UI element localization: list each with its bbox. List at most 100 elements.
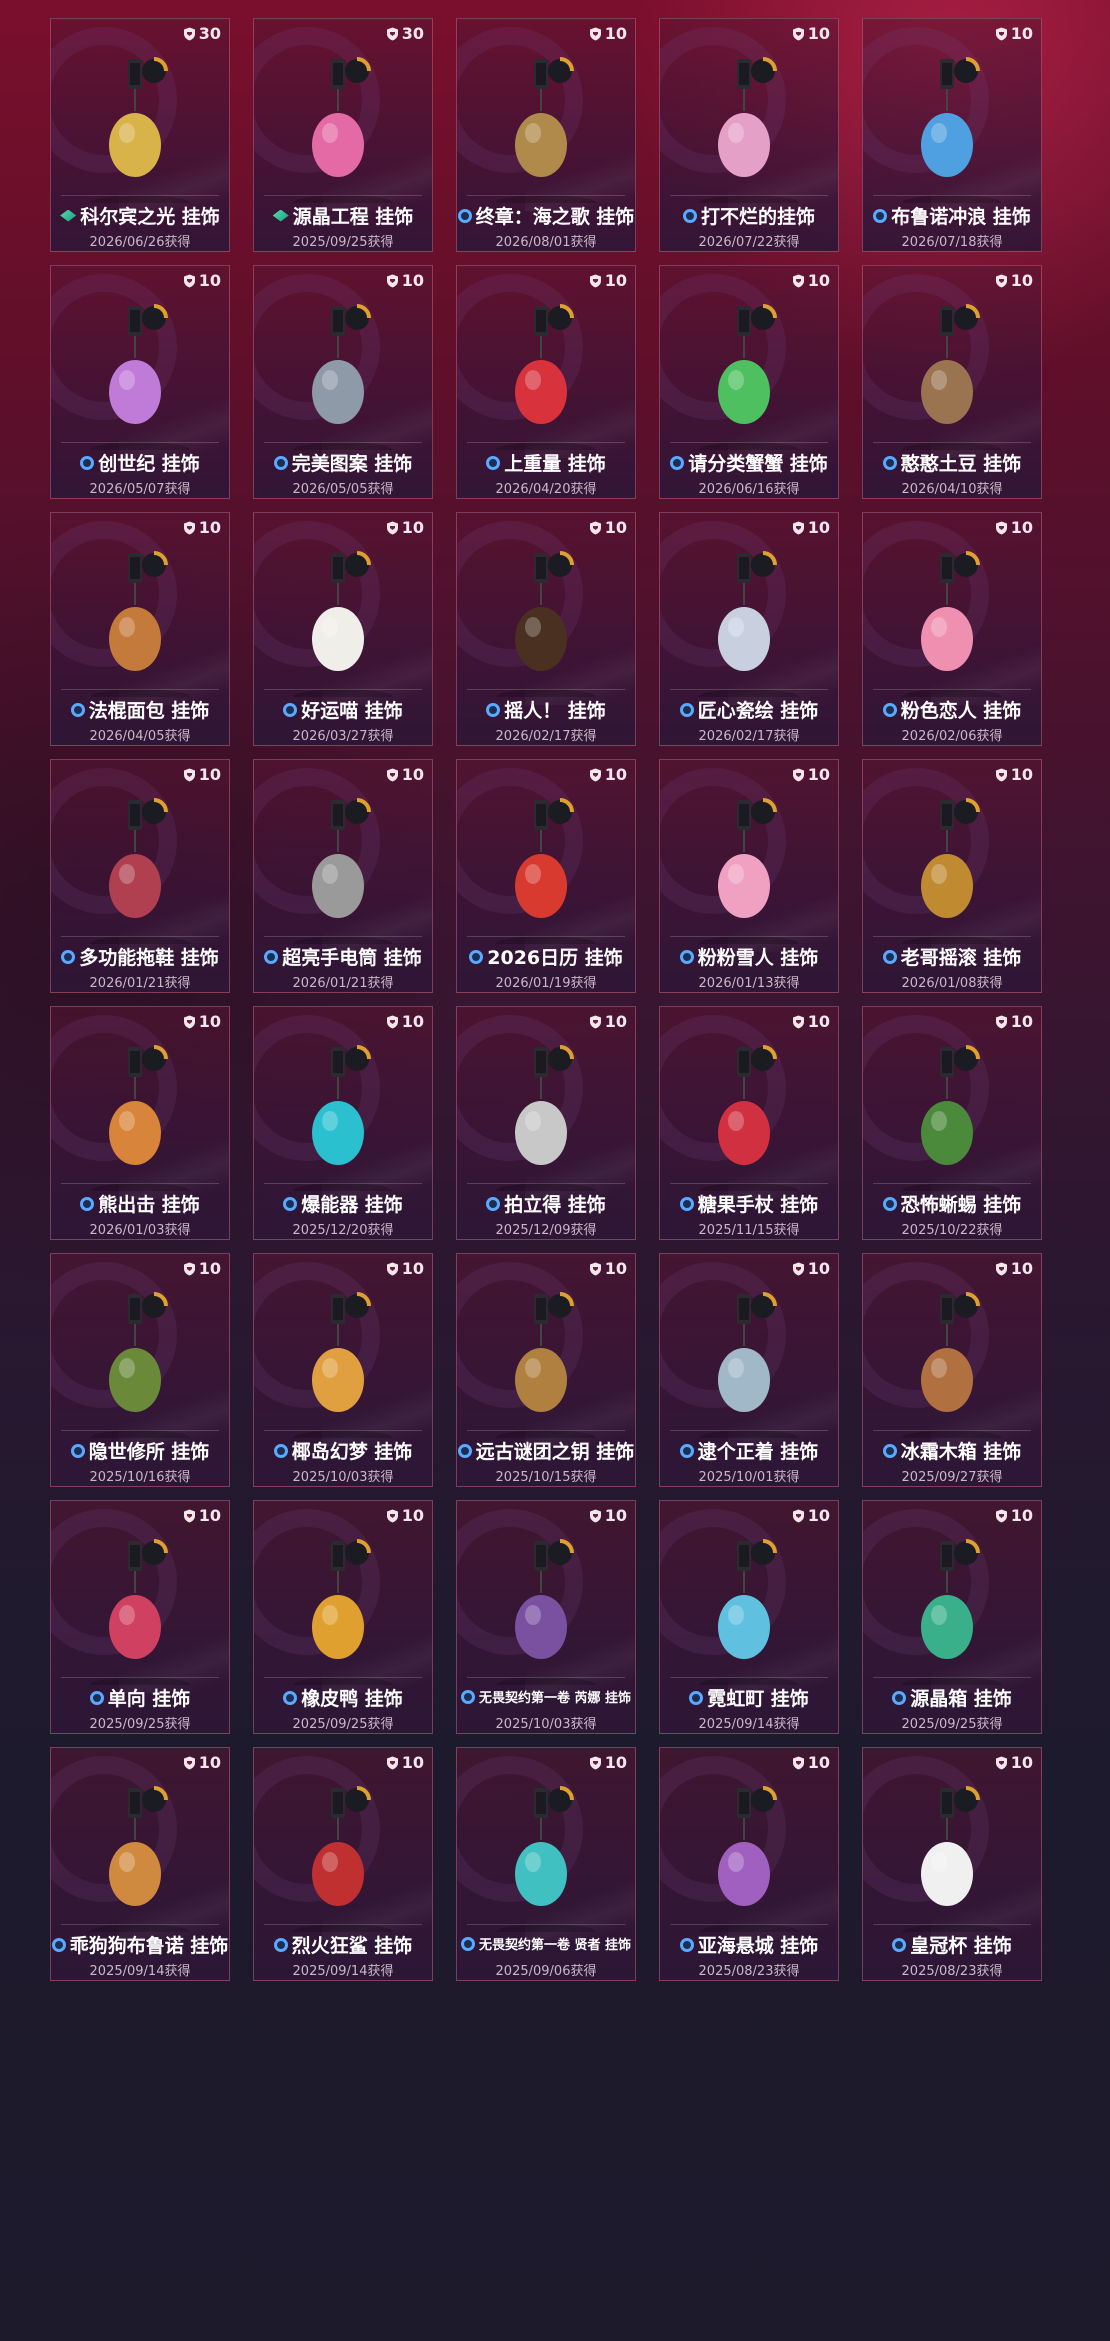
buddy-card[interactable]: 10 创世纪 挂饰 2026/05/07获得	[50, 265, 230, 499]
buddy-card[interactable]: 10 法棍面包 挂饰 2026/04/05获得	[50, 512, 230, 746]
buddy-name-row: 爆能器 挂饰	[254, 1190, 432, 1217]
points-badge: 10	[386, 1753, 424, 1772]
card-divider	[61, 195, 219, 196]
ring-tier-icon	[457, 1443, 472, 1458]
buddy-card[interactable]: 10 远古谜团之钥 挂饰 2025/10/15获得	[456, 1253, 636, 1487]
buddy-card[interactable]: 10 爆能器 挂饰 2025/12/20获得	[253, 1006, 433, 1240]
buddy-card[interactable]: 10 粉色恋人 挂饰 2026/02/06获得	[862, 512, 1042, 746]
buddy-name: 创世纪 挂饰	[98, 453, 200, 475]
buddy-name-row: 粉粉雪人 挂饰	[660, 943, 838, 970]
buddy-card[interactable]: 10 超亮手电筒 挂饰 2026/01/21获得	[253, 759, 433, 993]
card-divider	[670, 1430, 828, 1431]
buddy-name: 皇冠杯 挂饰	[910, 1935, 1012, 1957]
points-badge: 10	[995, 1259, 1033, 1278]
buddy-card[interactable]: 10 完美图案 挂饰 2026/05/05获得	[253, 265, 433, 499]
buddy-card[interactable]: 10 憨憨土豆 挂饰 2026/04/10获得	[862, 265, 1042, 499]
buddy-name-row: 请分类蟹蟹 挂饰	[660, 449, 838, 476]
acquired-date: 2025/09/25获得	[292, 235, 394, 250]
buddy-card[interactable]: 10 匠心瓷绘 挂饰 2026/02/17获得	[659, 512, 839, 746]
card-divider	[61, 1924, 219, 1925]
ring-tier-icon	[689, 1690, 704, 1705]
buddy-name-row: 恐怖蜥蜴 挂饰	[863, 1190, 1041, 1217]
ring-tier-icon	[61, 949, 76, 964]
card-divider	[467, 1183, 625, 1184]
buddy-card[interactable]: 10 摇人！ 挂饰 2026/02/17获得	[456, 512, 636, 746]
buddy-name: 科尔宾之光 挂饰	[80, 206, 220, 228]
buddy-item-image	[699, 551, 799, 697]
ring-tier-icon	[80, 455, 95, 470]
buddy-card[interactable]: 10 2026日历 挂饰 2026/01/19获得	[456, 759, 636, 993]
shield-icon	[386, 1509, 399, 1523]
buddy-card[interactable]: 10 打不烂的挂饰 2026/07/22获得	[659, 18, 839, 252]
acquired-date: 2025/08/23获得	[901, 1964, 1003, 1979]
acquired-date: 2026/02/06获得	[901, 729, 1003, 744]
buddy-card[interactable]: 10 布鲁诺冲浪 挂饰 2026/07/18获得	[862, 18, 1042, 252]
card-divider	[670, 442, 828, 443]
ring-tier-icon	[486, 702, 501, 717]
points-value: 10	[198, 518, 221, 537]
buddy-card[interactable]: 30 科尔宾之光 挂饰 2026/06/26获得	[50, 18, 230, 252]
buddy-item-image	[699, 1292, 799, 1438]
points-badge: 10	[589, 518, 627, 537]
buddy-item-image	[293, 1292, 393, 1438]
shield-icon	[792, 768, 805, 782]
points-value: 10	[198, 1753, 221, 1772]
buddy-card[interactable]: 10 隐世修所 挂饰 2025/10/16获得	[50, 1253, 230, 1487]
card-divider	[873, 195, 1031, 196]
points-value: 10	[604, 518, 627, 537]
buddy-card[interactable]: 10 冰霜木箱 挂饰 2025/09/27获得	[862, 1253, 1042, 1487]
acquired-date: 2026/01/13获得	[698, 976, 800, 991]
buddy-card[interactable]: 10 拍立得 挂饰 2025/12/09获得	[456, 1006, 636, 1240]
points-value: 10	[401, 271, 424, 290]
buddy-card[interactable]: 30 源晶工程 挂饰 2025/09/25获得	[253, 18, 433, 252]
acquired-date: 2025/10/03获得	[292, 1470, 394, 1485]
buddy-name: 布鲁诺冲浪 挂饰	[891, 206, 1031, 228]
buddy-item-image	[699, 1539, 799, 1685]
buddy-card[interactable]: 10 糖果手杖 挂饰 2025/11/15获得	[659, 1006, 839, 1240]
points-badge: 10	[183, 765, 221, 784]
buddy-name-row: 完美图案 挂饰	[254, 449, 432, 476]
buddy-card[interactable]: 10 乖狗狗布鲁诺 挂饰 2025/09/14获得	[50, 1747, 230, 1981]
buddy-name: 熊出击 挂饰	[98, 1194, 200, 1216]
buddy-card[interactable]: 10 源晶箱 挂饰 2025/09/25获得	[862, 1500, 1042, 1734]
buddy-name-row: 2026日历 挂饰	[457, 943, 635, 970]
buddy-card[interactable]: 10 多功能拖鞋 挂饰 2026/01/21获得	[50, 759, 230, 993]
buddy-card[interactable]: 10 无畏契约第一卷 芮娜 挂饰 2025/10/03获得	[456, 1500, 636, 1734]
buddy-card[interactable]: 10 粉粉雪人 挂饰 2026/01/13获得	[659, 759, 839, 993]
card-divider	[467, 1677, 625, 1678]
buddy-card[interactable]: 10 恐怖蜥蜴 挂饰 2025/10/22获得	[862, 1006, 1042, 1240]
buddy-card[interactable]: 10 逮个正着 挂饰 2025/10/01获得	[659, 1253, 839, 1487]
buddy-card[interactable]: 10 老哥摇滚 挂饰 2026/01/08获得	[862, 759, 1042, 993]
buddy-card[interactable]: 10 椰岛幻梦 挂饰 2025/10/03获得	[253, 1253, 433, 1487]
buddy-card[interactable]: 10 无畏契约第一卷 贤者 挂饰 2025/09/06获得	[456, 1747, 636, 1981]
buddy-item-image	[902, 798, 1002, 944]
card-divider	[467, 442, 625, 443]
card-divider	[264, 1183, 422, 1184]
shield-icon	[386, 27, 399, 41]
buddy-card[interactable]: 10 亚海悬城 挂饰 2025/08/23获得	[659, 1747, 839, 1981]
buddy-card[interactable]: 10 好运喵 挂饰 2026/03/27获得	[253, 512, 433, 746]
buddy-card[interactable]: 10 霓虹町 挂饰 2025/09/14获得	[659, 1500, 839, 1734]
buddy-card[interactable]: 10 请分类蟹蟹 挂饰 2026/06/16获得	[659, 265, 839, 499]
shield-icon	[386, 1262, 399, 1276]
shield-icon	[183, 1262, 196, 1276]
ring-tier-icon	[486, 1196, 501, 1211]
buddy-name-row: 霓虹町 挂饰	[660, 1684, 838, 1711]
acquired-date: 2025/09/25获得	[89, 1717, 191, 1732]
buddy-name-row: 橡皮鸭 挂饰	[254, 1684, 432, 1711]
buddy-card[interactable]: 10 烈火狂鲨 挂饰 2025/09/14获得	[253, 1747, 433, 1981]
buddy-card[interactable]: 10 上重量 挂饰 2026/04/20获得	[456, 265, 636, 499]
buddy-card[interactable]: 10 终章：海之歌 挂饰 2026/08/01获得	[456, 18, 636, 252]
points-value: 10	[198, 271, 221, 290]
buddy-card[interactable]: 10 皇冠杯 挂饰 2025/08/23获得	[862, 1747, 1042, 1981]
buddy-card[interactable]: 10 熊出击 挂饰 2026/01/03获得	[50, 1006, 230, 1240]
buddy-item-image	[699, 57, 799, 203]
shield-icon	[183, 768, 196, 782]
ring-tier-icon	[89, 1690, 104, 1705]
buddy-name-row: 逮个正着 挂饰	[660, 1437, 838, 1464]
acquired-date: 2026/04/10获得	[901, 482, 1003, 497]
card-divider	[670, 195, 828, 196]
buddy-name-row: 亚海悬城 挂饰	[660, 1931, 838, 1958]
buddy-card[interactable]: 10 橡皮鸭 挂饰 2025/09/25获得	[253, 1500, 433, 1734]
buddy-card[interactable]: 10 单向 挂饰 2025/09/25获得	[50, 1500, 230, 1734]
